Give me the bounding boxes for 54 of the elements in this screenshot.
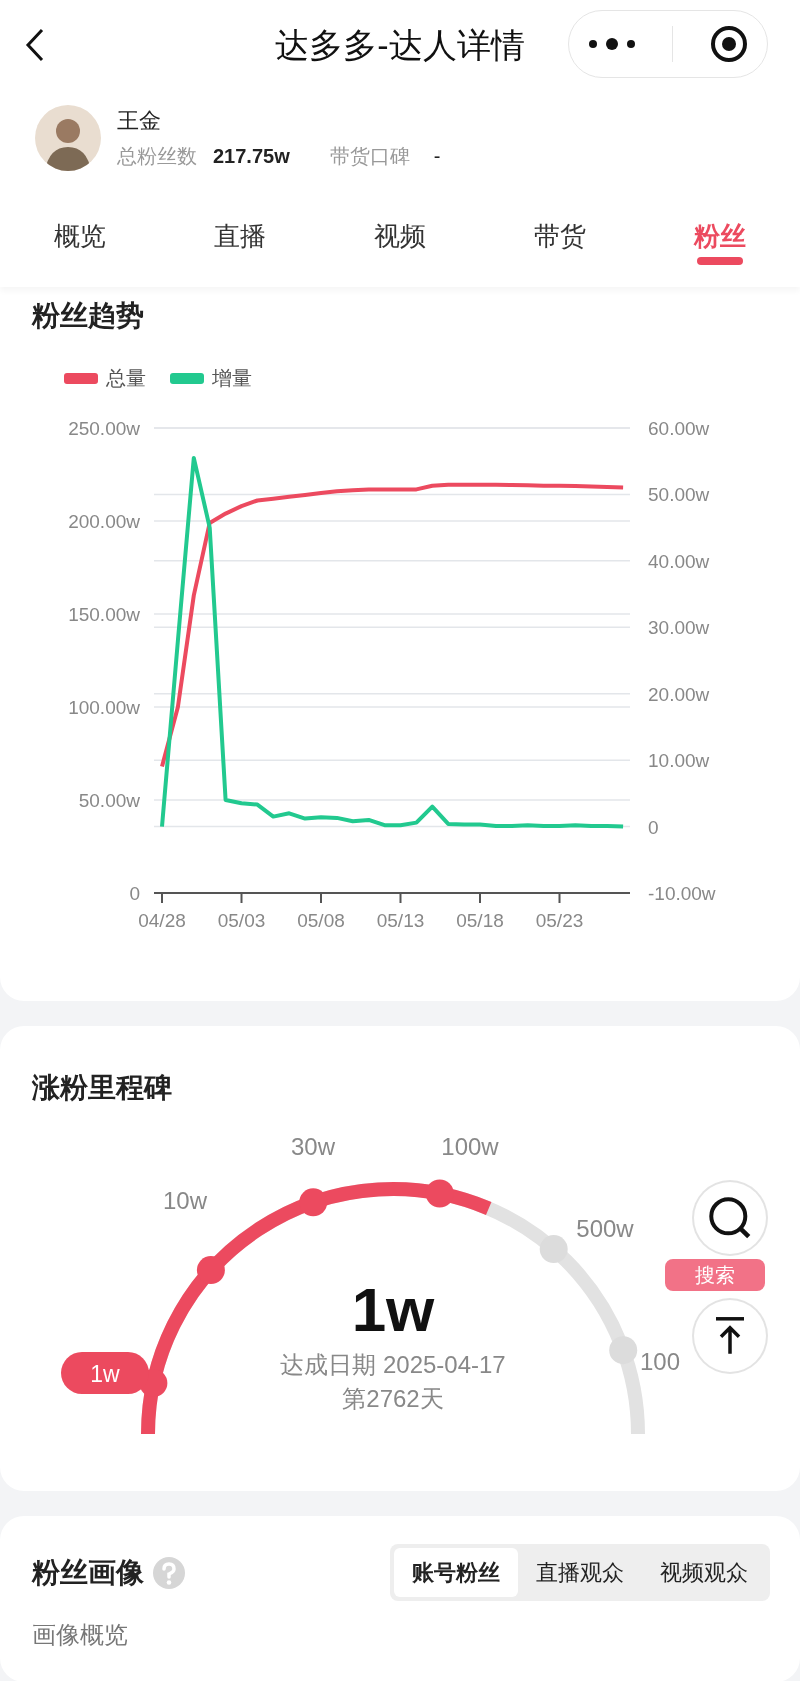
legend-label: 总量 [106, 366, 146, 391]
axis-label: 05/08 [297, 910, 345, 931]
axis-label: 50.00w [648, 484, 710, 506]
reputation-label: 带货口碑 [329, 144, 410, 169]
milestone-label: 500w [576, 1215, 634, 1242]
milestone-badge[interactable]: 1w [61, 1352, 149, 1394]
section-title: 粉丝画像 [32, 1555, 144, 1590]
achieved-date: 达成日期 2025-04-17 [280, 1351, 506, 1378]
milestone-label: 10w [163, 1187, 207, 1214]
section-title: 涨粉里程碑 [32, 1071, 173, 1105]
axis-label: 250.00w [68, 418, 140, 439]
axis-label: 100.00w [68, 697, 140, 718]
page-title: 达多多-达人详情 [275, 24, 525, 66]
creator-name: 王金 [117, 107, 162, 135]
milestone-label: 30w [291, 1133, 335, 1160]
reputation-value: - [433, 144, 441, 169]
axis-label: 30.00w [648, 617, 710, 639]
axis-label: 150.00w [68, 604, 140, 625]
tab[interactable]: 带货 [480, 185, 640, 287]
axis-label: 05/13 [376, 910, 425, 931]
legend-label: 增量 [212, 366, 252, 391]
tab[interactable]: 粉丝 [640, 185, 800, 287]
segment-tab[interactable]: 直播观众 [518, 1548, 642, 1597]
axis-label: 40.00w [648, 550, 710, 572]
axis-label: 60.00w [648, 418, 710, 439]
arrow-up-icon [714, 1317, 746, 1355]
segment-tab[interactable]: 账号粉丝 [394, 1548, 518, 1597]
axis-label: 20.00w [648, 683, 710, 705]
axis-label: -10.00w [648, 883, 716, 904]
axis-label: 50.00w [78, 790, 140, 811]
axis-label: 04/28 [138, 910, 186, 931]
tab[interactable]: 视频 [320, 185, 480, 287]
tab[interactable]: 直播 [160, 185, 320, 287]
fans-label: 总粉丝数 [117, 144, 197, 169]
subsection-title: 画像概览 [32, 1620, 129, 1650]
axis-label: 200.00w [68, 511, 140, 532]
milestone-label: 100w [441, 1133, 499, 1160]
fans-count: 217.75w [213, 144, 290, 169]
tab[interactable]: 概览 [0, 185, 160, 287]
back-icon[interactable] [25, 28, 45, 62]
section-title: 粉丝趋势 [32, 299, 145, 333]
more-icon[interactable] [586, 37, 637, 51]
milestone-value: 1w [351, 1275, 435, 1344]
axis-label: 05/03 [217, 910, 266, 931]
day-count: 第2762天 [342, 1385, 444, 1412]
axis-label: 0 [648, 816, 659, 838]
axis-label: 05/23 [535, 910, 584, 931]
segment-tab[interactable]: 视频观众 [642, 1548, 766, 1597]
search-icon [709, 1197, 751, 1239]
axis-label: 0 [129, 883, 140, 904]
axis-label: 10.00w [648, 750, 710, 772]
target-icon[interactable] [709, 24, 750, 64]
milestone-label: 100 [640, 1348, 681, 1375]
axis-label: 05/18 [456, 910, 504, 931]
